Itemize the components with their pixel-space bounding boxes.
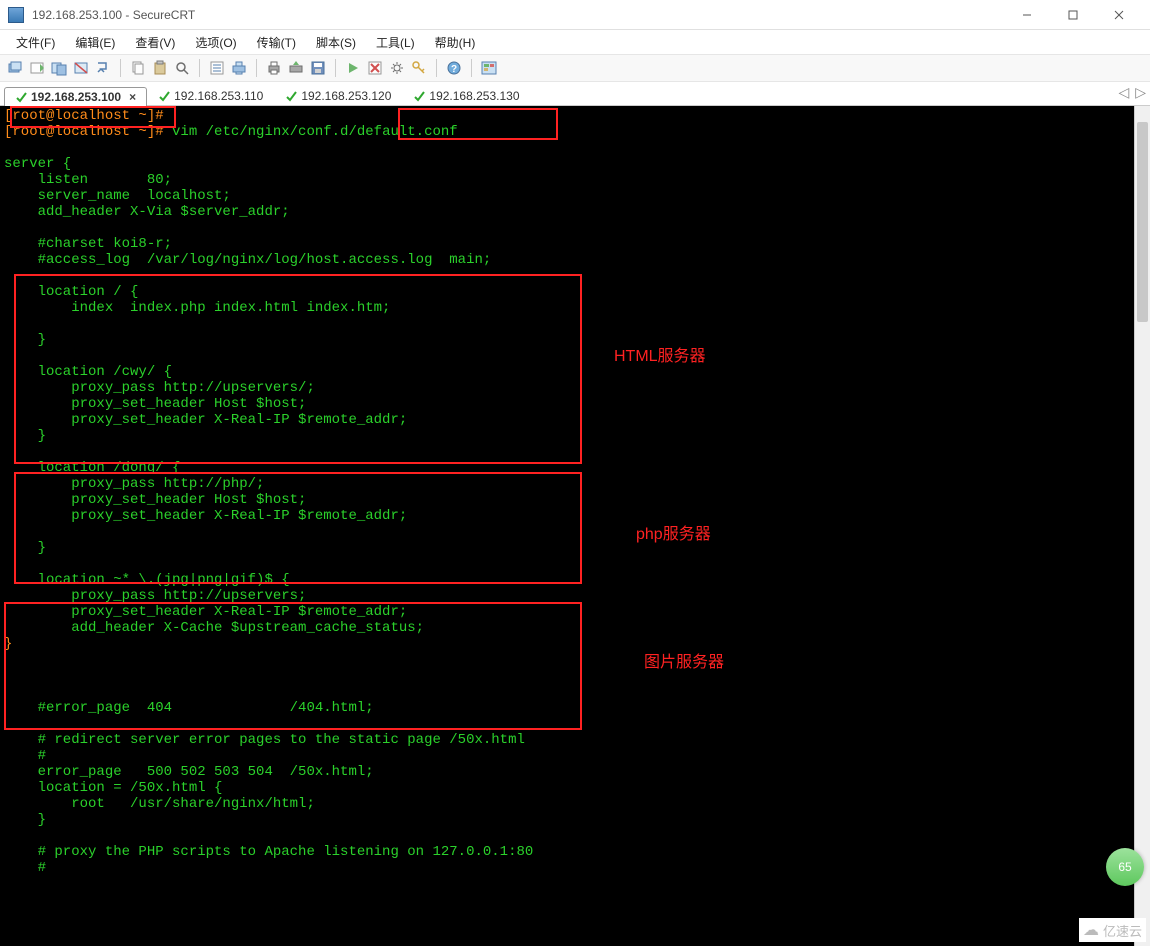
toolbar-separator — [471, 59, 472, 77]
maximize-icon — [1068, 10, 1078, 20]
config-block-error: #error_page 404 /404.html; # redirect se… — [4, 700, 533, 876]
tab-close-icon[interactable]: × — [129, 90, 136, 104]
tab-session-3[interactable]: 192.168.253.120 — [274, 86, 402, 105]
tab-scroll: ◁ ▷ — [1118, 84, 1146, 101]
print-icon[interactable] — [265, 59, 283, 77]
tab-session-1[interactable]: 192.168.253.100 × — [4, 87, 147, 106]
check-icon — [15, 91, 27, 103]
key-icon[interactable] — [410, 59, 428, 77]
config-block-images: location ~* \.(jpg|png|gif)$ { proxy_pas… — [4, 572, 424, 636]
find-icon[interactable] — [173, 59, 191, 77]
count-badge: 65 — [1106, 848, 1144, 886]
watermark: ☁ 亿速云 — [1079, 918, 1146, 942]
window-title: 192.168.253.100 - SecureCRT — [32, 8, 1004, 22]
app-icon — [8, 7, 24, 23]
tab-session-4[interactable]: 192.168.253.130 — [402, 86, 530, 105]
connect-icon[interactable] — [6, 59, 24, 77]
scrollbar-thumb[interactable] — [1137, 122, 1148, 322]
annotation-html: HTML服务器 — [614, 342, 706, 366]
badge-value: 65 — [1118, 860, 1131, 874]
properties-icon[interactable] — [208, 59, 226, 77]
minimize-button[interactable] — [1004, 0, 1050, 30]
config-block-server: server { listen 80; server_name localhos… — [4, 156, 491, 268]
tab-session-2[interactable]: 192.168.253.110 — [147, 86, 274, 105]
quick-connect-icon[interactable] — [28, 59, 46, 77]
menu-help[interactable]: 帮助(H) — [427, 32, 484, 53]
window-controls — [1004, 0, 1142, 30]
reconnect-icon[interactable] — [50, 59, 68, 77]
menubar: 文件(F) 编辑(E) 查看(V) 选项(O) 传输(T) 脚本(S) 工具(L… — [0, 30, 1150, 54]
close-button[interactable] — [1096, 0, 1142, 30]
terminal-area: [root@localhost ~]# [root@localhost ~]# … — [0, 106, 1150, 946]
tab-label: 192.168.253.110 — [174, 89, 263, 103]
config-block-html: location / { index index.php index.html … — [4, 284, 407, 444]
settings-icon[interactable] — [388, 59, 406, 77]
tab-scroll-left-icon[interactable]: ◁ — [1118, 84, 1129, 101]
menu-transfer[interactable]: 传输(T) — [249, 32, 304, 53]
help-icon[interactable]: ? — [445, 59, 463, 77]
cloud-icon: ☁ — [1083, 920, 1099, 940]
transfer-icon[interactable] — [287, 59, 305, 77]
menu-view[interactable]: 查看(V) — [127, 32, 183, 53]
paste-icon[interactable] — [151, 59, 169, 77]
watermark-text: 亿速云 — [1103, 921, 1142, 940]
menu-edit[interactable]: 编辑(E) — [67, 32, 123, 53]
enter-icon[interactable] — [94, 59, 112, 77]
copy-icon[interactable] — [129, 59, 147, 77]
close-icon — [1114, 10, 1124, 20]
terminal[interactable]: [root@localhost ~]# [root@localhost ~]# … — [0, 106, 1150, 946]
menu-script[interactable]: 脚本(S) — [308, 32, 364, 53]
minimize-icon — [1022, 10, 1032, 20]
titlebar: 192.168.253.100 - SecureCRT — [0, 0, 1150, 30]
save-icon[interactable] — [309, 59, 327, 77]
run-script-icon[interactable] — [344, 59, 362, 77]
command-text: vim /etc/nginx/conf.d/default.conf — [172, 124, 458, 140]
menu-file[interactable]: 文件(F) — [8, 32, 63, 53]
menu-tools[interactable]: 工具(L) — [368, 32, 423, 53]
check-icon — [285, 90, 297, 102]
toolbar-separator — [436, 59, 437, 77]
prompt: [root@localhost ~]# — [4, 108, 164, 124]
toolbar-separator — [335, 59, 336, 77]
tab-scroll-right-icon[interactable]: ▷ — [1135, 84, 1146, 101]
maximize-button[interactable] — [1050, 0, 1096, 30]
tab-label: 192.168.253.130 — [429, 89, 519, 103]
tabstrip: 192.168.253.100 × 192.168.253.110 192.16… — [0, 82, 1150, 106]
session-manager-icon[interactable] — [480, 59, 498, 77]
tab-label: 192.168.253.100 — [31, 90, 121, 104]
annotation-image: 图片服务器 — [644, 648, 724, 672]
cancel-script-icon[interactable] — [366, 59, 384, 77]
session-options-icon[interactable] — [230, 59, 248, 77]
vertical-scrollbar[interactable] — [1134, 106, 1150, 946]
toolbar-separator — [256, 59, 257, 77]
menu-options[interactable]: 选项(O) — [187, 32, 244, 53]
prompt: [root@localhost ~]# — [4, 124, 172, 140]
toolbar-separator — [199, 59, 200, 77]
check-icon — [158, 90, 170, 102]
check-icon — [413, 90, 425, 102]
svg-text:?: ? — [451, 64, 457, 75]
config-block-php: location /dong/ { proxy_pass http://php/… — [4, 460, 407, 556]
annotation-php: php服务器 — [636, 520, 711, 544]
disconnect-icon[interactable] — [72, 59, 90, 77]
toolbar-separator — [120, 59, 121, 77]
tab-label: 192.168.253.120 — [301, 89, 391, 103]
toolbar: ? — [0, 54, 1150, 82]
closing-brace: } — [4, 636, 12, 652]
